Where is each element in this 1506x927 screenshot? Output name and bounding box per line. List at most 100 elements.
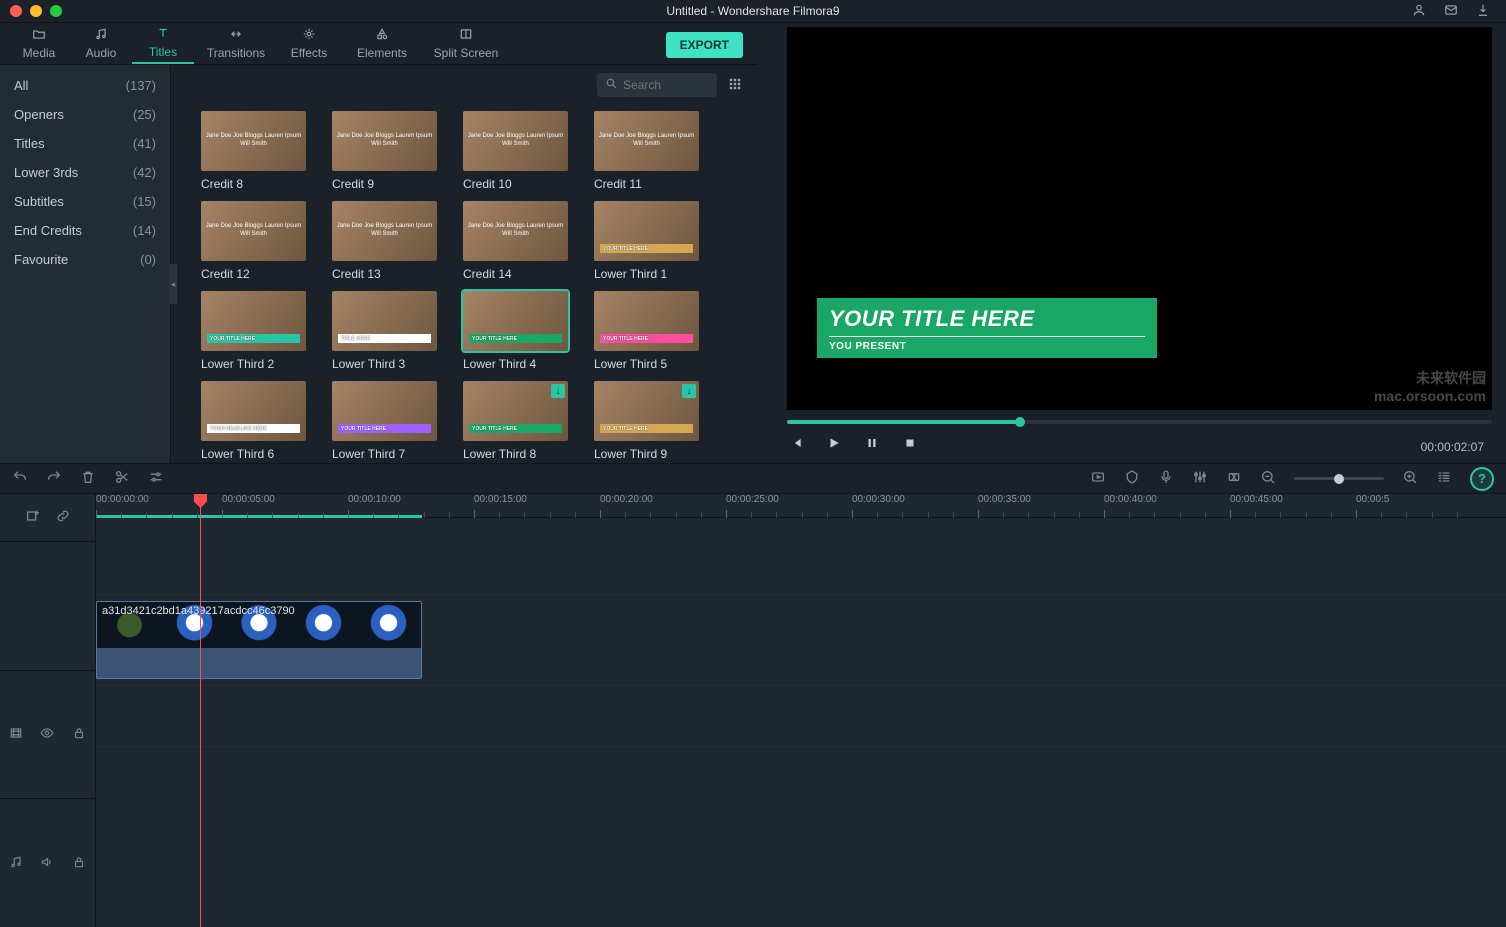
preset-thumbnail[interactable]: Jane Doe Joe Bloggs Lauren Ipsum Will Sm… xyxy=(463,201,568,261)
sidebar-item-subtitles[interactable]: Subtitles(15) xyxy=(0,187,170,216)
lock-icon[interactable] xyxy=(72,726,86,743)
zoom-fit-button[interactable] xyxy=(1436,469,1452,488)
timeline-ruler[interactable]: 00:00:00:0000:00:05:0000:00:10:0000:00:1… xyxy=(96,494,1506,518)
preset-thumbnail[interactable]: YOUR TITLE HERE↓ xyxy=(463,381,568,441)
speaker-icon[interactable] xyxy=(40,855,54,872)
close-window-button[interactable] xyxy=(10,5,22,17)
sidebar-item-all[interactable]: All(137) xyxy=(0,71,170,100)
sidebar-item-openers[interactable]: Openers(25) xyxy=(0,100,170,129)
redo-button[interactable] xyxy=(46,469,62,488)
eye-icon[interactable] xyxy=(40,726,54,743)
lock-icon[interactable] xyxy=(72,855,86,872)
zoom-out-button[interactable] xyxy=(1260,469,1276,488)
preset-thumbnail[interactable]: YOUR TITLE HERE↓ xyxy=(594,381,699,441)
preset-thumbnail[interactable]: YOUR TITLE HERE xyxy=(332,381,437,441)
title-preset-card[interactable]: YOUR TITLE HERE↓Lower Third 9 xyxy=(594,381,699,461)
add-track-button[interactable] xyxy=(25,508,41,527)
title-preset-card[interactable]: Jane Doe Joe Bloggs Lauren Ipsum Will Sm… xyxy=(332,111,437,191)
maximize-window-button[interactable] xyxy=(50,5,62,17)
preset-thumbnail[interactable]: YOUR TITLE HERE xyxy=(594,291,699,351)
render-button[interactable] xyxy=(1090,469,1106,488)
marker-button[interactable] xyxy=(1124,469,1140,488)
export-button[interactable]: EXPORT xyxy=(666,32,743,58)
title-preset-card[interactable]: TITLE HERELower Third 3 xyxy=(332,291,437,371)
timeline-toolbar: ? xyxy=(0,463,1506,493)
audio-track[interactable] xyxy=(96,683,1506,750)
delete-button[interactable] xyxy=(80,469,96,488)
title-preset-card[interactable]: YOUR TITLE HERELower Third 7 xyxy=(332,381,437,461)
title-preset-card[interactable]: YOUR TITLE HERE↓Lower Third 8 xyxy=(463,381,568,461)
undo-button[interactable] xyxy=(12,469,28,488)
link-button[interactable] xyxy=(55,508,71,527)
preset-thumbnail[interactable]: YOUR TITLE HERE xyxy=(594,201,699,261)
preview-viewport[interactable]: YOUR TITLE HERE YOU PRESENT 未来软件园 mac.or… xyxy=(787,27,1492,410)
preset-thumbnail[interactable]: Jane Doe Joe Bloggs Lauren Ipsum Will Sm… xyxy=(201,201,306,261)
tab-media[interactable]: Media xyxy=(8,22,70,64)
title-preset-card[interactable]: Jane Doe Joe Bloggs Lauren Ipsum Will Sm… xyxy=(463,111,568,191)
preset-label: Credit 14 xyxy=(463,267,568,281)
tab-transitions[interactable]: Transitions xyxy=(194,22,278,64)
zoom-slider[interactable] xyxy=(1294,477,1384,480)
title-preset-card[interactable]: YOUR TITLE HERELower Third 4 xyxy=(463,291,568,371)
mail-icon[interactable] xyxy=(1444,3,1458,20)
pause-button[interactable] xyxy=(865,436,879,453)
preset-thumbnail[interactable]: Jane Doe Joe Bloggs Lauren Ipsum Will Sm… xyxy=(463,111,568,171)
play-button[interactable] xyxy=(827,436,841,453)
download-badge-icon[interactable]: ↓ xyxy=(551,384,565,398)
stop-button[interactable] xyxy=(903,436,917,453)
search-box[interactable] xyxy=(597,73,717,97)
tab-elements[interactable]: Elements xyxy=(340,22,424,64)
preset-thumbnail[interactable]: YOUR TITLE HERE xyxy=(201,291,306,351)
title-preset-card[interactable]: YOUR TITLE HERELower Third 5 xyxy=(594,291,699,371)
collapse-sidebar-handle[interactable]: ◂ xyxy=(169,264,177,304)
preset-thumbnail[interactable]: Jane Doe Joe Bloggs Lauren Ipsum Will Sm… xyxy=(332,111,437,171)
adjust-button[interactable] xyxy=(148,469,164,488)
preset-thumbnail[interactable]: YOUR HEADLINE HERE xyxy=(201,381,306,441)
sidebar-item-favourite[interactable]: Favourite(0) xyxy=(0,245,170,274)
filmstrip-icon[interactable] xyxy=(9,726,23,743)
scrubber-handle[interactable] xyxy=(1015,417,1025,427)
preset-thumbnail[interactable]: Jane Doe Joe Bloggs Lauren Ipsum Will Sm… xyxy=(594,111,699,171)
tab-split-screen[interactable]: Split Screen xyxy=(424,22,508,64)
title-preset-card[interactable]: Jane Doe Joe Bloggs Lauren Ipsum Will Sm… xyxy=(463,201,568,281)
preset-thumbnail[interactable]: YOUR TITLE HERE xyxy=(463,291,568,351)
preview-scrubber[interactable] xyxy=(787,420,1492,424)
preset-thumbnail[interactable]: Jane Doe Joe Bloggs Lauren Ipsum Will Sm… xyxy=(332,201,437,261)
search-input[interactable] xyxy=(623,78,703,92)
crop-button[interactable] xyxy=(1226,469,1242,488)
download-icon[interactable] xyxy=(1476,3,1490,20)
voiceover-button[interactable] xyxy=(1158,469,1174,488)
title-preset-card[interactable]: YOUR TITLE HERELower Third 2 xyxy=(201,291,306,371)
tab-titles[interactable]: Titles xyxy=(132,22,194,64)
split-button[interactable] xyxy=(114,469,130,488)
title-preset-card[interactable]: YOUR TITLE HERELower Third 1 xyxy=(594,201,699,281)
playhead[interactable] xyxy=(200,494,201,927)
sidebar-item-end-credits[interactable]: End Credits(14) xyxy=(0,216,170,245)
sidebar-item-lower-3rds[interactable]: Lower 3rds(42) xyxy=(0,158,170,187)
video-track[interactable]: a31d3421c2bd1a439217acdcc46c3790 xyxy=(96,598,1506,683)
music-icon[interactable] xyxy=(9,855,23,872)
prev-frame-button[interactable] xyxy=(789,436,803,453)
title-preset-card[interactable]: Jane Doe Joe Bloggs Lauren Ipsum Will Sm… xyxy=(201,111,306,191)
sidebar-item-titles[interactable]: Titles(41) xyxy=(0,129,170,158)
video-clip[interactable]: a31d3421c2bd1a439217acdcc46c3790 xyxy=(96,601,422,679)
text-track[interactable] xyxy=(96,518,1506,598)
title-preset-card[interactable]: Jane Doe Joe Bloggs Lauren Ipsum Will Sm… xyxy=(594,111,699,191)
title-preset-card[interactable]: Jane Doe Joe Bloggs Lauren Ipsum Will Sm… xyxy=(201,201,306,281)
help-button[interactable]: ? xyxy=(1470,467,1494,491)
minimize-window-button[interactable] xyxy=(30,5,42,17)
mixer-button[interactable] xyxy=(1192,469,1208,488)
download-badge-icon[interactable]: ↓ xyxy=(682,384,696,398)
titles-gallery: Jane Doe Joe Bloggs Lauren Ipsum Will Sm… xyxy=(171,105,757,463)
title-preset-card[interactable]: YOUR HEADLINE HERELower Third 6 xyxy=(201,381,306,461)
account-icon[interactable] xyxy=(1412,3,1426,20)
zoom-in-button[interactable] xyxy=(1402,469,1418,488)
title-preset-card[interactable]: Jane Doe Joe Bloggs Lauren Ipsum Will Sm… xyxy=(332,201,437,281)
tab-audio[interactable]: Audio xyxy=(70,22,132,64)
tab-effects[interactable]: Effects xyxy=(278,22,340,64)
tab-label: Transitions xyxy=(207,46,265,60)
preset-thumbnail[interactable]: TITLE HERE xyxy=(332,291,437,351)
preset-thumbnail[interactable]: Jane Doe Joe Bloggs Lauren Ipsum Will Sm… xyxy=(201,111,306,171)
grid-view-button[interactable] xyxy=(727,76,743,95)
zoom-slider-handle[interactable] xyxy=(1334,474,1344,484)
